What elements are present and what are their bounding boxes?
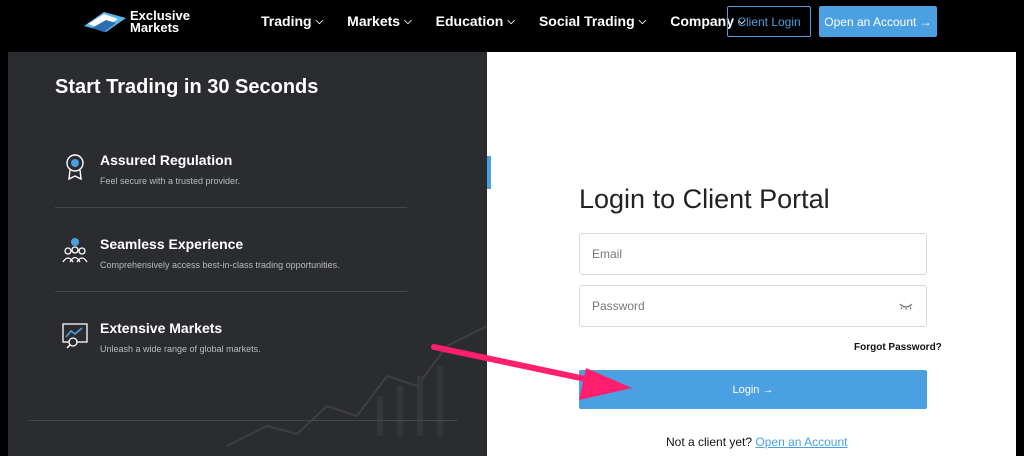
logo[interactable]: Exclusive Markets: [82, 8, 202, 38]
chevron-down-icon: ⌵: [638, 15, 647, 27]
feature-title: Assured Regulation: [100, 152, 233, 168]
feature-title: Seamless Experience: [100, 236, 244, 252]
chart-monitor-icon: [62, 323, 88, 349]
logo-mark-icon: [84, 12, 126, 32]
page-edge: [1016, 52, 1024, 456]
eye-closed-icon[interactable]: [898, 300, 914, 312]
medal-icon: [66, 154, 84, 181]
password-placeholder: Password: [592, 299, 645, 313]
login-panel: Login to Client Portal Email Password Fo…: [487, 52, 1016, 456]
panel-title: Start Trading in 30 Seconds: [55, 76, 319, 98]
password-field[interactable]: Password: [579, 285, 927, 327]
signup-prompt-text: Not a client yet?: [666, 435, 753, 449]
menu-markets[interactable]: Markets ⌵: [347, 13, 412, 29]
client-login-button[interactable]: Client Login: [727, 6, 811, 37]
chevron-down-icon: ⌵: [507, 15, 515, 27]
divider: [28, 420, 458, 421]
logo-text: Exclusive Markets: [130, 8, 190, 35]
feature-title: Extensive Markets: [100, 320, 223, 336]
login-button[interactable]: Login →: [579, 370, 927, 409]
email-field[interactable]: Email: [579, 233, 927, 275]
divider: [55, 291, 407, 292]
login-title: Login to Client Portal: [579, 184, 830, 214]
divider: [55, 207, 407, 208]
feature-subtitle: Comprehensively access best-in-class tra…: [100, 260, 340, 270]
top-nav: Exclusive Markets Trading ⌵ Markets ⌵ Educ…: [0, 0, 1024, 52]
chevron-down-icon: ⌵: [404, 15, 412, 27]
feature-subtitle: Feel secure with a trusted provider.: [100, 176, 241, 186]
menu-trading[interactable]: Trading ⌵: [261, 13, 323, 29]
menu-social-trading[interactable]: Social Trading ⌵: [539, 13, 646, 29]
signup-prompt: Not a client yet? Open an Account: [666, 435, 847, 449]
accent-bar: [487, 156, 491, 189]
chevron-down-icon: ⌵: [315, 15, 324, 27]
open-account-button[interactable]: Open an Account →: [819, 6, 937, 37]
main-menu: Trading ⌵ Markets ⌵ Education ⌵ Social Trad…: [261, 13, 770, 29]
users-icon: [62, 238, 88, 263]
menu-education[interactable]: Education ⌵: [436, 13, 515, 29]
email-placeholder: Email: [592, 247, 623, 261]
background-chart-decoration: [227, 325, 487, 447]
open-account-link[interactable]: Open an Account: [755, 435, 847, 449]
features-panel: Start Trading in 30 Seconds Assured Regu…: [8, 52, 487, 456]
forgot-password-link[interactable]: Forgot Password?: [854, 342, 942, 353]
